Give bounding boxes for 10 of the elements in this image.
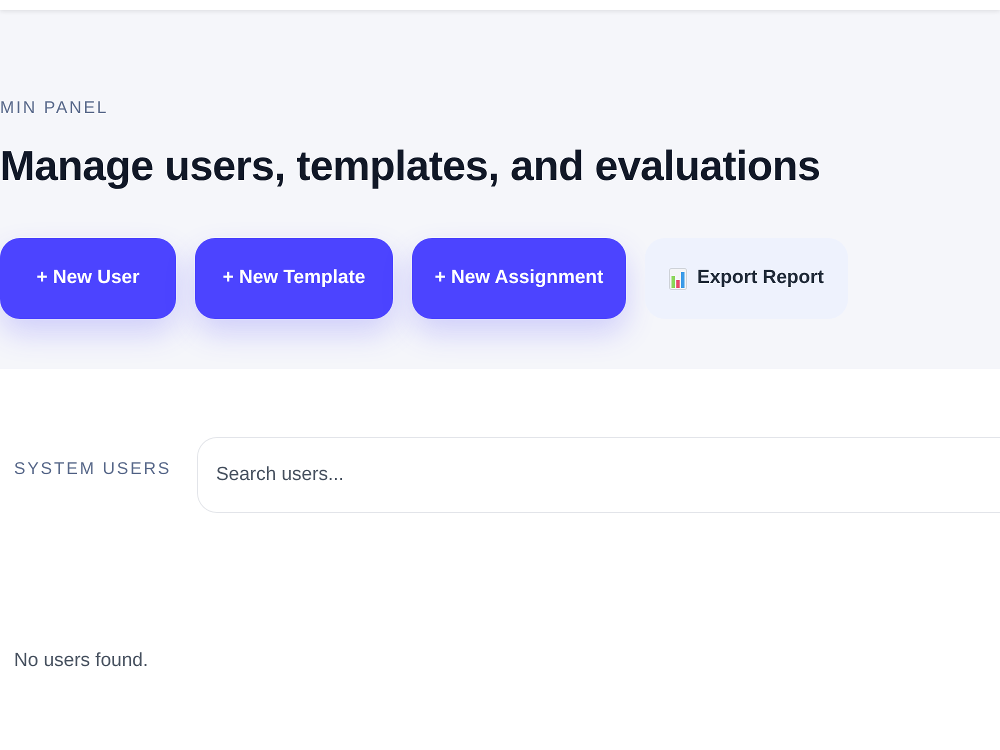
empty-message: No users found. bbox=[14, 649, 148, 673]
new-item-button[interactable]: + New User bbox=[0, 238, 176, 319]
page-title: Manage users, templates, and evaluations bbox=[0, 141, 820, 191]
new-item-button[interactable]: + New Assignment bbox=[412, 238, 626, 319]
bar-chart-icon bbox=[669, 268, 688, 290]
new-item-button[interactable]: + New Template bbox=[195, 238, 393, 319]
search-field[interactable]: Search users... bbox=[197, 437, 1000, 513]
export-report-button[interactable]: Export Report bbox=[645, 238, 848, 319]
page-eyebrow: MIN PANEL bbox=[0, 98, 108, 118]
panel-title: SYSTEM USERS bbox=[14, 459, 172, 479]
